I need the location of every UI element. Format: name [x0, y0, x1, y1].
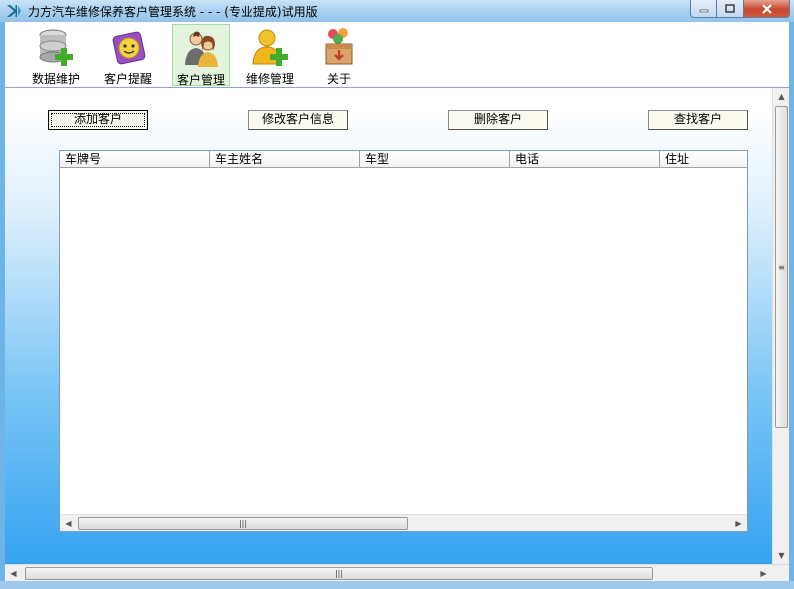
window-title: 力方汽车维修保养客户管理系统 - - - (专业提成)试用版 [28, 5, 318, 19]
scrollbar-corner [772, 565, 789, 582]
window-scroll-thumb[interactable]: ||| [25, 567, 653, 580]
minimize-icon [699, 9, 708, 12]
user-add-icon [252, 29, 288, 66]
toolbar-item-repair-management[interactable]: 维修管理 [241, 24, 299, 86]
window-horizontal-scrollbar[interactable]: ◀ ||| ▶ [5, 564, 789, 582]
maximize-button[interactable] [717, 0, 744, 18]
window-frame-bottom [0, 581, 794, 589]
window-scroll-right-arrow-icon[interactable]: ▶ [755, 565, 772, 582]
toolbar-item-label: 数据维护 [31, 72, 80, 86]
scroll-down-arrow-icon[interactable]: ▼ [773, 547, 790, 564]
toolbar-item-label: 关于 [326, 72, 351, 86]
column-header-owner[interactable]: 车主姓名 [210, 151, 360, 168]
reminder-face-icon [112, 31, 146, 65]
table-scroll-thumb[interactable]: ||| [78, 517, 408, 530]
customer-management-panel: 添加客户 修改客户信息 删除客户 查找客户 车牌号 车主姓名 车型 电话 住址 … [5, 88, 789, 564]
column-header-address[interactable]: 住址 [660, 151, 747, 168]
close-button[interactable] [744, 0, 790, 18]
panel-scroll-thumb-vertical[interactable]: ≡ [775, 106, 788, 428]
about-box-icon [325, 28, 353, 65]
table-horizontal-scrollbar[interactable]: ◀ ||| ▶ [60, 514, 747, 531]
toolbar-item-label: 客户管理 [176, 73, 225, 87]
title-bar: 力方汽车维修保养客户管理系统 - - - (专业提成)试用版 [0, 0, 794, 22]
scroll-left-arrow-icon[interactable]: ◀ [60, 515, 77, 532]
window-scroll-left-arrow-icon[interactable]: ◀ [5, 565, 22, 582]
column-header-model[interactable]: 车型 [360, 151, 510, 168]
scroll-right-arrow-icon[interactable]: ▶ [730, 515, 747, 532]
scroll-up-arrow-icon[interactable]: ▲ [773, 88, 790, 105]
add-customer-button[interactable]: 添加客户 [48, 110, 148, 130]
column-header-phone[interactable]: 电话 [510, 151, 660, 168]
maximize-icon [725, 4, 735, 13]
customer-table[interactable]: 车牌号 车主姓名 车型 电话 住址 ◀ ||| ▶ [59, 150, 748, 532]
window-controls [690, 0, 790, 18]
main-toolbar: 数据维护 客户提醒 客户管理 维修管理 关于 [5, 22, 789, 88]
minimize-button[interactable] [690, 0, 717, 18]
toolbar-item-label: 维修管理 [245, 72, 294, 86]
toolbar-item-label: 客户提醒 [103, 72, 152, 86]
toolbar-item-about[interactable]: 关于 [310, 24, 368, 86]
edit-customer-button[interactable]: 修改客户信息 [248, 110, 348, 130]
column-header-plate[interactable]: 车牌号 [60, 151, 210, 168]
panel-vertical-scrollbar[interactable]: ▲ ≡ ▼ [772, 88, 789, 564]
toolbar-item-customer-reminder[interactable]: 客户提醒 [99, 24, 157, 86]
close-icon [761, 3, 772, 14]
search-customer-button[interactable]: 查找客户 [648, 110, 748, 130]
app-icon [7, 5, 21, 17]
toolbar-item-data-maintenance[interactable]: 数据维护 [27, 24, 85, 86]
toolbar-item-customer-management[interactable]: 客户管理 [172, 24, 230, 87]
table-header: 车牌号 车主姓名 车型 电话 住址 [60, 151, 747, 168]
customers-icon [185, 31, 218, 67]
delete-customer-button[interactable]: 删除客户 [448, 110, 548, 130]
database-add-icon [39, 29, 73, 66]
